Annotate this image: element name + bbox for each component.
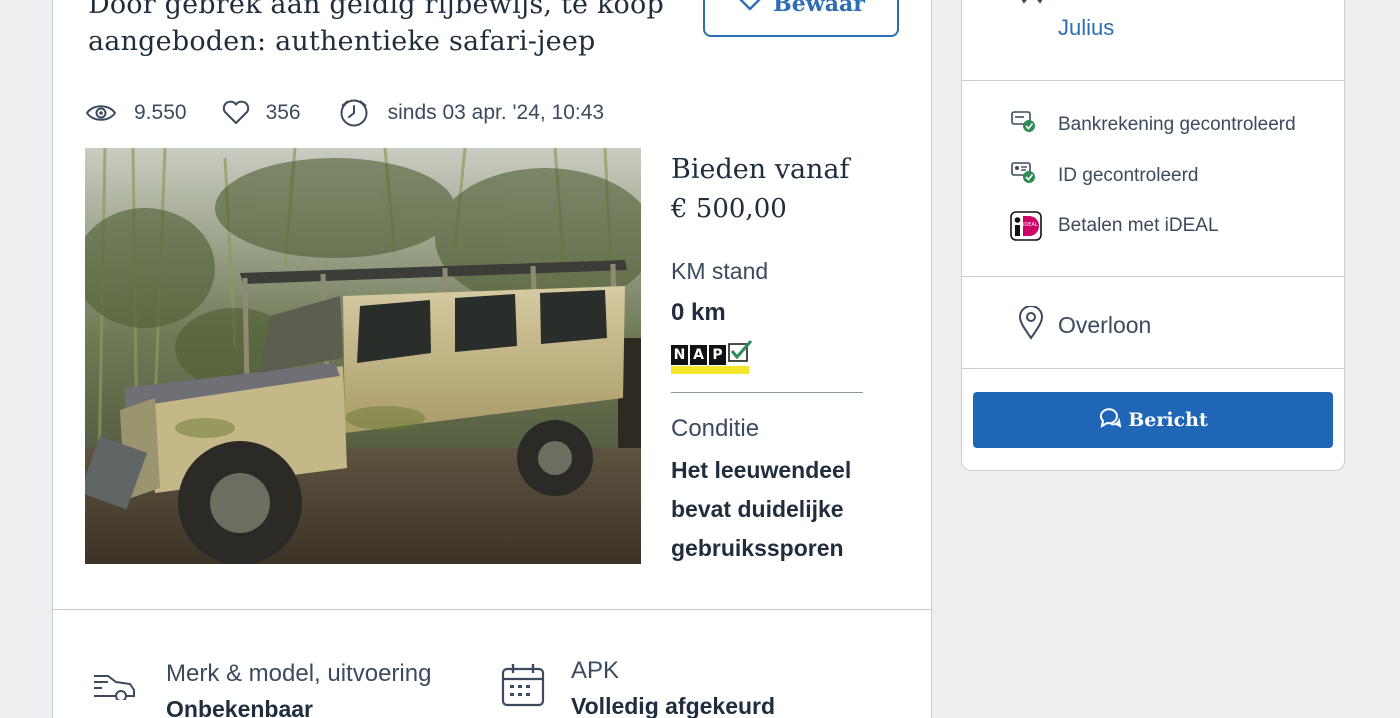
id-verified-row: ID gecontroleerd xyxy=(1010,161,1198,190)
listing-info: Bieden vanaf € 500,00 KM stand 0 km N A … xyxy=(671,150,891,568)
nap-letter-a: A xyxy=(690,344,707,365)
ideal-icon: iDEAL xyxy=(1010,211,1042,241)
listing-photo[interactable] xyxy=(85,148,641,564)
ideal-row: iDEAL Betalen met iDEAL xyxy=(1010,211,1219,241)
message-label: Bericht xyxy=(1128,409,1208,431)
views-count: 9.550 xyxy=(134,101,187,124)
message-button[interactable]: Bericht xyxy=(973,392,1333,448)
make-value: Onbekenbaar xyxy=(166,696,313,718)
bid-label: Bieden vanaf xyxy=(671,154,850,185)
ideal-badge-text: iDEAL xyxy=(1023,222,1038,228)
condition-label: Conditie xyxy=(671,415,760,442)
bank-check-icon xyxy=(1010,110,1036,139)
posted-stat: sinds 03 apr. '24, 10:43 xyxy=(339,98,605,128)
seller-separator xyxy=(961,276,1345,277)
jeep-photo xyxy=(85,148,641,564)
km-value: 0 km xyxy=(671,299,726,326)
make-label: Merk & model, uitvoering xyxy=(166,660,432,687)
bank-verified-row: Bankrekening gecontroleerd xyxy=(1010,110,1296,139)
km-label: KM stand xyxy=(671,258,769,284)
bank-verified-label: Bankrekening gecontroleerd xyxy=(1058,113,1296,135)
seller-avatar-icon xyxy=(1016,0,1048,15)
clock-icon xyxy=(339,98,369,128)
nap-letter-n: N xyxy=(671,344,688,365)
bid-price: € 500,00 xyxy=(671,194,787,224)
heart-icon xyxy=(221,100,251,126)
seller-separator xyxy=(961,368,1345,369)
location-row: Overloon xyxy=(1018,305,1151,345)
listing-stats: 9.550 356 sinds 03 apr. '24, 10:43 xyxy=(85,95,604,131)
condition-value: Het leeuwendeel bevat duidelijke gebruik… xyxy=(671,457,852,561)
save-button[interactable]: Bewaar xyxy=(703,0,899,37)
calendar-icon xyxy=(500,660,546,713)
save-label: Bewaar xyxy=(773,0,865,17)
section-divider xyxy=(52,609,932,610)
views-stat: 9.550 xyxy=(85,101,187,125)
apk-value: Volledig afgekeurd xyxy=(571,693,776,718)
nap-letter-p: P xyxy=(709,344,726,365)
spec-apk: APK Volledig afgekeurd xyxy=(500,657,776,718)
info-divider xyxy=(671,392,863,393)
ideal-label: Betalen met iDEAL xyxy=(1058,215,1219,236)
seller-name[interactable]: Julius xyxy=(1058,15,1114,41)
spec-make: Merk & model, uitvoering Onbekenbaar xyxy=(90,660,431,718)
location-label[interactable]: Overloon xyxy=(1058,312,1151,339)
listing-title: Door gebrek aan geldig rijbewijs, te koo… xyxy=(88,0,664,57)
nap-check-icon xyxy=(728,339,754,370)
seller-separator xyxy=(961,80,1345,81)
eye-icon xyxy=(85,102,117,124)
id-check-icon xyxy=(1010,161,1036,190)
posted-date: sinds 03 apr. '24, 10:43 xyxy=(387,101,605,124)
location-pin-icon xyxy=(1018,305,1044,345)
car-icon xyxy=(90,660,138,705)
apk-label: APK xyxy=(571,657,620,684)
chat-icon xyxy=(1098,407,1122,434)
id-verified-label: ID gecontroleerd xyxy=(1058,164,1199,186)
likes-stat: 356 xyxy=(221,100,301,126)
likes-count: 356 xyxy=(265,101,301,124)
heart-icon xyxy=(737,0,763,17)
